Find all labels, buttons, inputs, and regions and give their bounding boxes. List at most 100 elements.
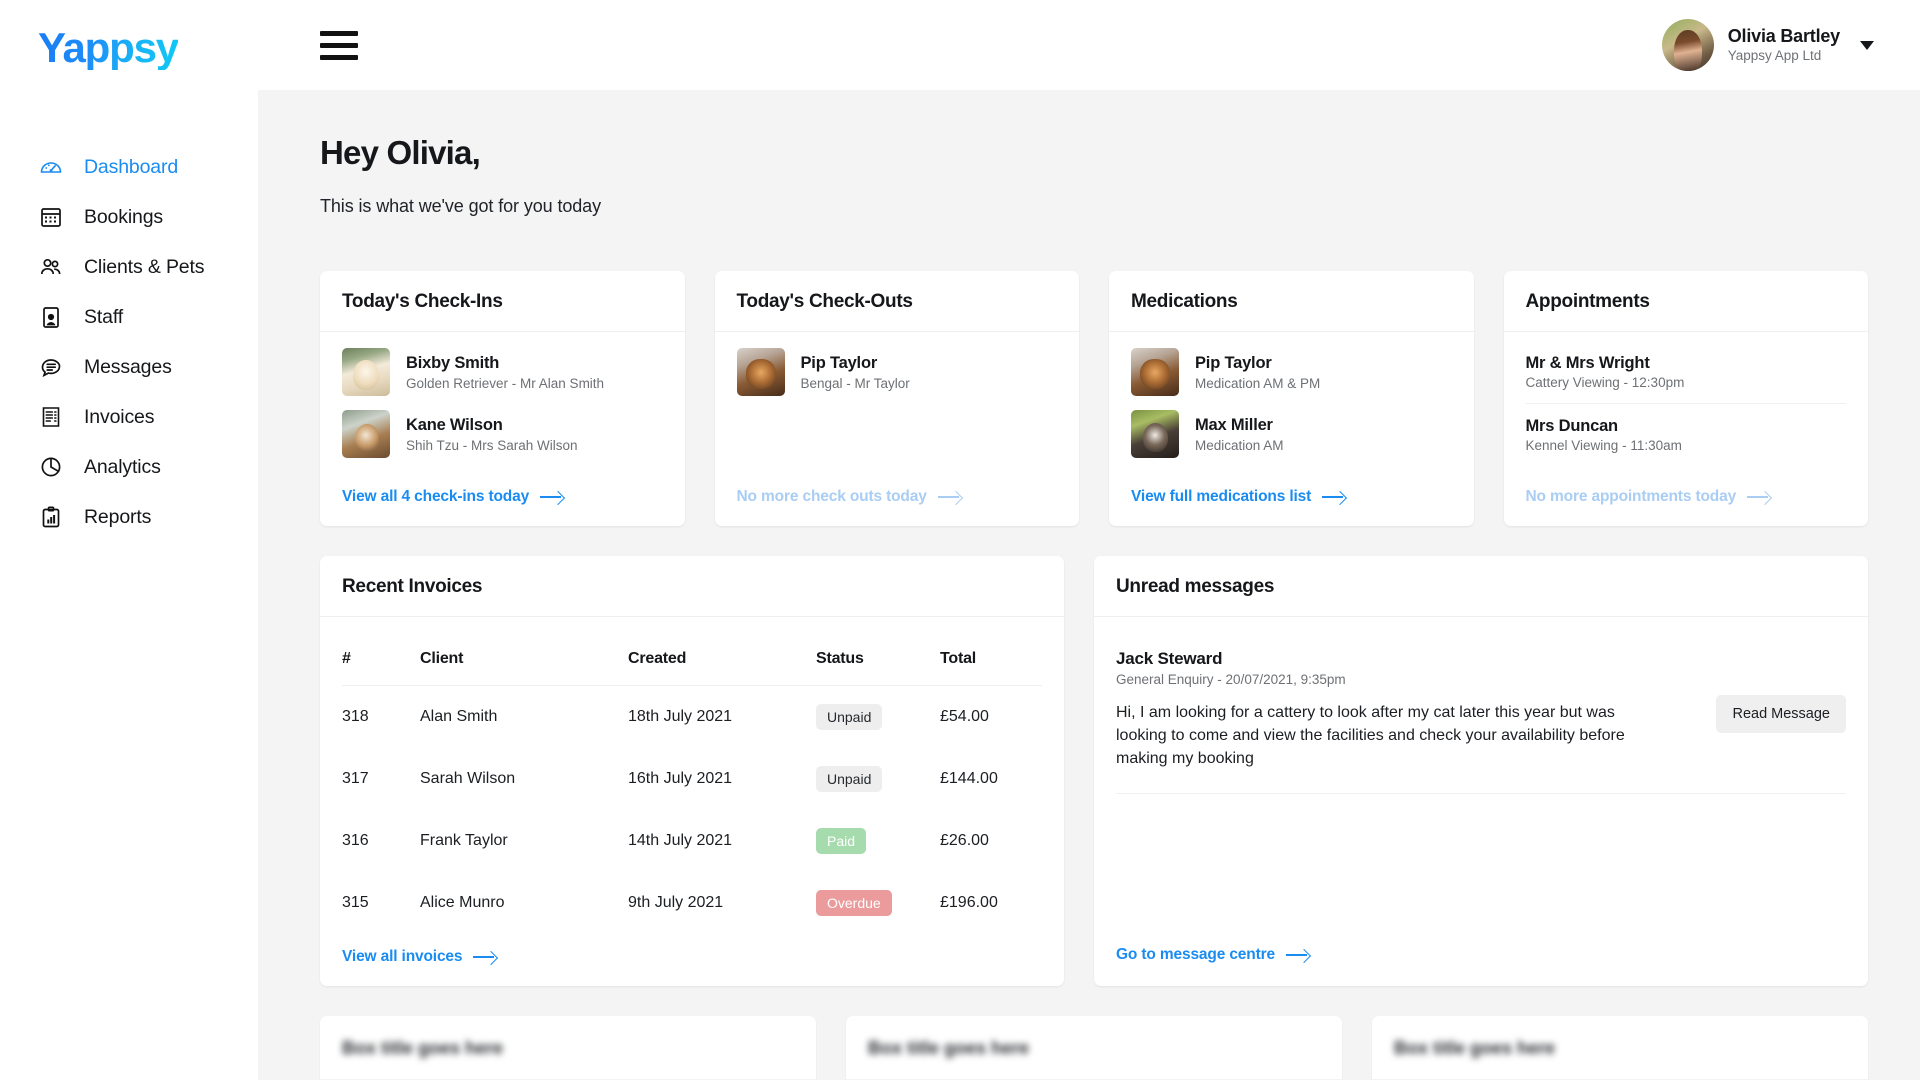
card-placeholder: Box title goes here bbox=[1372, 1016, 1868, 1080]
page-title: Hey Olivia, bbox=[320, 134, 481, 171]
view-medications-link[interactable]: View full medications list bbox=[1131, 488, 1346, 506]
user-meta: Olivia Bartley Yappsy App Ltd bbox=[1728, 25, 1840, 64]
placeholder-cards-row: Box title goes here Box title goes here … bbox=[320, 1016, 1868, 1080]
medication-schedule: Medication AM & PM bbox=[1195, 376, 1321, 392]
card-todays-checkins: Today's Check-Ins Bixby Smith Golden Ret… bbox=[320, 271, 685, 526]
invoice-client: Sarah Wilson bbox=[420, 770, 516, 788]
list-item[interactable]: Bixby Smith Golden Retriever - Mr Alan S… bbox=[342, 348, 663, 396]
summary-cards-row: Today's Check-Ins Bixby Smith Golden Ret… bbox=[320, 271, 1868, 526]
pet-name: Bixby Smith bbox=[406, 353, 500, 372]
card-appointments: Appointments Mr & Mrs Wright Cattery Vie… bbox=[1503, 271, 1869, 526]
table-row[interactable]: 315 Alice Munro 9th July 2021 Overdue £1… bbox=[342, 872, 1042, 934]
link-label: View full medications list bbox=[1131, 488, 1312, 505]
chevron-down-icon[interactable] bbox=[1860, 40, 1874, 50]
arrow-right-icon bbox=[1322, 491, 1346, 503]
card-body: Pip Taylor Medication AM & PM Max Miller… bbox=[1109, 332, 1474, 488]
app-root: Yappsy Dashboard Bookings Clients & Pets… bbox=[0, 0, 1920, 1080]
appointment-client: Mr & Mrs Wright bbox=[1525, 354, 1650, 372]
content-region: Hey Olivia, This is what we've got for y… bbox=[258, 90, 1920, 1080]
no-more-checkouts-link: No more check outs today bbox=[737, 488, 962, 506]
sidebar-item-messages[interactable]: Messages bbox=[0, 342, 258, 392]
card-title: Medications bbox=[1109, 271, 1474, 332]
gauge-icon bbox=[38, 154, 64, 180]
pet-name: Pip Taylor bbox=[800, 353, 878, 372]
sidebar-item-label: Messages bbox=[84, 355, 172, 378]
pet-photo bbox=[342, 348, 390, 396]
pet-details: Bengal - Mr Taylor bbox=[800, 376, 910, 392]
arrow-right-icon bbox=[1747, 491, 1771, 503]
list-item[interactable]: Mr & Mrs Wright Cattery Viewing - 12:30p… bbox=[1525, 348, 1846, 404]
appointment-details: Kennel Viewing - 11:30am bbox=[1525, 438, 1682, 453]
sidebar-item-dashboard[interactable]: Dashboard bbox=[0, 142, 258, 192]
table-header-row: # Client Created Status Total bbox=[342, 633, 1042, 686]
invoice-total: £54.00 bbox=[940, 708, 989, 726]
arrow-right-icon bbox=[937, 491, 962, 503]
sidebar-item-staff[interactable]: Staff bbox=[0, 292, 258, 342]
invoices-table: # Client Created Status Total 318 Alan S… bbox=[342, 633, 1042, 934]
people-icon bbox=[38, 254, 64, 280]
clipboard-chart-icon bbox=[38, 504, 64, 530]
user-menu[interactable]: Olivia Bartley Yappsy App Ltd bbox=[1661, 19, 1874, 71]
sidebar-item-reports[interactable]: Reports bbox=[0, 492, 258, 542]
sidebar-item-label: Clients & Pets bbox=[84, 255, 205, 278]
card-title: Today's Check-Ins bbox=[320, 271, 685, 332]
medication-schedule: Medication AM bbox=[1195, 438, 1284, 454]
view-all-invoices-link[interactable]: View all invoices bbox=[342, 948, 497, 966]
message-item[interactable]: Jack Steward General Enquiry - 20/07/202… bbox=[1116, 633, 1846, 794]
invoice-total: £196.00 bbox=[940, 894, 998, 912]
pet-photo bbox=[736, 348, 785, 396]
card-title: Recent Invoices bbox=[320, 556, 1064, 617]
status-badge: Unpaid bbox=[816, 704, 883, 731]
card-body: Pip Taylor Bengal - Mr Taylor bbox=[715, 332, 1080, 488]
appointment-client: Mrs Duncan bbox=[1525, 417, 1619, 435]
list-item[interactable]: Pip Taylor Bengal - Mr Taylor bbox=[736, 348, 1058, 396]
card-placeholder: Box title goes here bbox=[846, 1016, 1342, 1080]
sidebar-nav: Dashboard Bookings Clients & Pets Staff … bbox=[0, 142, 258, 542]
card-unread-messages: Unread messages Jack Steward General Enq… bbox=[1094, 556, 1868, 987]
column-header-total: Total bbox=[940, 633, 1042, 686]
arrow-right-icon bbox=[473, 951, 497, 963]
brand-logo[interactable]: Yappsy bbox=[0, 0, 258, 70]
invoice-total: £144.00 bbox=[940, 770, 998, 788]
invoice-client: Alice Munro bbox=[420, 894, 505, 912]
card-body: Mr & Mrs Wright Cattery Viewing - 12:30p… bbox=[1504, 332, 1869, 488]
sidebar-item-invoices[interactable]: Invoices bbox=[0, 392, 258, 442]
link-label: View all 4 check-ins today bbox=[342, 488, 530, 505]
sidebar: Yappsy Dashboard Bookings Clients & Pets… bbox=[0, 0, 258, 1080]
pet-photo bbox=[1131, 348, 1179, 396]
column-header-number: # bbox=[342, 633, 420, 686]
page-subtitle: This is what we've got for you today bbox=[320, 196, 601, 216]
card-body: Jack Steward General Enquiry - 20/07/202… bbox=[1094, 617, 1868, 794]
column-header-client: Client bbox=[420, 633, 628, 686]
status-badge: Overdue bbox=[816, 890, 892, 917]
sidebar-item-label: Invoices bbox=[84, 405, 155, 428]
go-to-message-centre-link[interactable]: Go to message centre bbox=[1116, 946, 1310, 964]
invoice-total: £26.00 bbox=[940, 832, 989, 850]
sidebar-item-analytics[interactable]: Analytics bbox=[0, 442, 258, 492]
list-item[interactable]: Pip Taylor Medication AM & PM bbox=[1131, 348, 1452, 396]
list-item[interactable]: Mrs Duncan Kennel Viewing - 11:30am bbox=[1526, 404, 1847, 466]
read-message-button[interactable]: Read Message bbox=[1716, 695, 1846, 733]
sidebar-item-bookings[interactable]: Bookings bbox=[0, 192, 258, 242]
arrow-right-icon bbox=[1285, 949, 1310, 961]
user-name: Olivia Bartley bbox=[1727, 26, 1840, 47]
pet-details: Shih Tzu - Mrs Sarah Wilson bbox=[406, 438, 578, 454]
pet-name: Max Miller bbox=[1195, 415, 1273, 434]
sidebar-item-clients-pets[interactable]: Clients & Pets bbox=[0, 242, 258, 292]
list-item[interactable]: Kane Wilson Shih Tzu - Mrs Sarah Wilson bbox=[342, 410, 663, 458]
main-area: Olivia Bartley Yappsy App Ltd Hey Olivia… bbox=[258, 0, 1920, 1080]
view-all-checkins-link[interactable]: View all 4 check-ins today bbox=[342, 488, 564, 506]
table-row[interactable]: 318 Alan Smith 18th July 2021 Unpaid £54… bbox=[342, 686, 1042, 749]
status-badge: Paid bbox=[816, 828, 867, 855]
pet-photo bbox=[1131, 410, 1179, 458]
hamburger-icon[interactable] bbox=[320, 30, 358, 60]
card-medications: Medications Pip Taylor Medication AM & P… bbox=[1109, 271, 1474, 526]
table-row[interactable]: 316 Frank Taylor 14th July 2021 Paid £26… bbox=[342, 810, 1042, 872]
pet-name: Kane Wilson bbox=[406, 415, 503, 434]
card-body: Bixby Smith Golden Retriever - Mr Alan S… bbox=[320, 332, 685, 488]
table-row[interactable]: 317 Sarah Wilson 16th July 2021 Unpaid £… bbox=[342, 748, 1042, 810]
list-item[interactable]: Max Miller Medication AM bbox=[1131, 410, 1452, 458]
placeholder-title: Box title goes here bbox=[1394, 1038, 1556, 1059]
user-org: Yappsy App Ltd bbox=[1727, 47, 1822, 63]
placeholder-title: Box title goes here bbox=[868, 1038, 1030, 1059]
